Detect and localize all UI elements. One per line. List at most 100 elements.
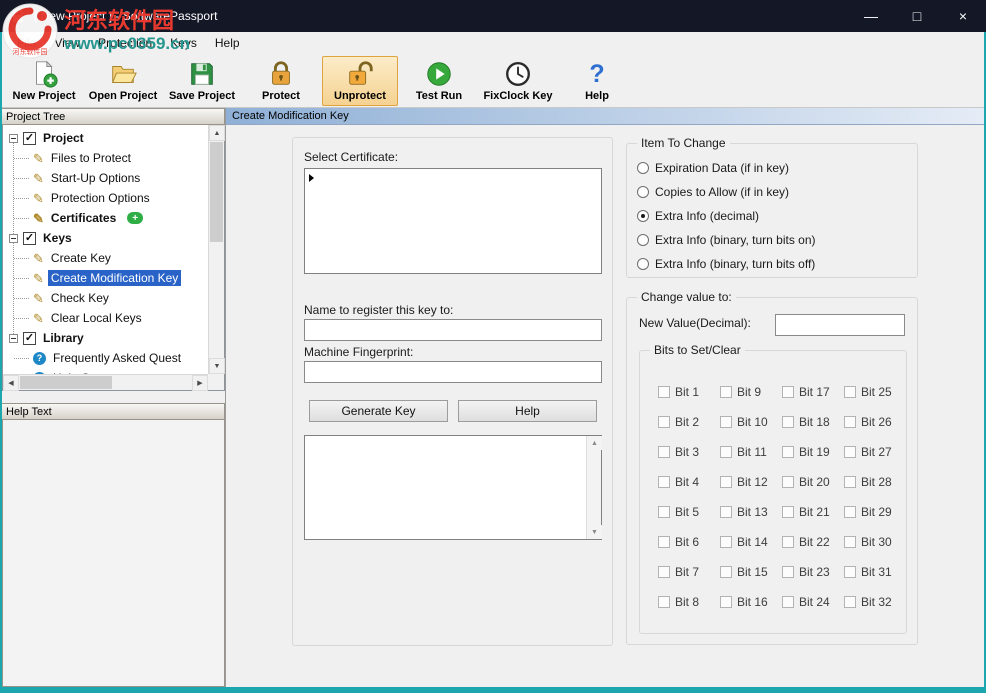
bit-checkbox-row[interactable]: Bit 12 — [720, 467, 782, 497]
machine-fingerprint-input[interactable] — [304, 361, 602, 383]
menu-item[interactable]: Protection — [89, 34, 161, 52]
panel-splitter[interactable] — [2, 391, 225, 403]
bit-checkbox-row[interactable]: Bit 3 — [658, 437, 720, 467]
checkbox-icon — [720, 596, 732, 608]
tree-item-label: Library — [40, 330, 87, 346]
tree-item[interactable]: ✓ ✎ ? Library — [3, 328, 208, 348]
bit-checkbox-row[interactable]: Bit 2 — [658, 407, 720, 437]
bit-checkbox-row[interactable]: Bit 5 — [658, 497, 720, 527]
checkbox-icon — [844, 536, 856, 548]
tree-item[interactable]: ✓ ✎ ? Protection Options — [3, 188, 208, 208]
menu-item[interactable]: Keys — [161, 34, 206, 52]
bit-checkbox-row[interactable]: Bit 1 — [658, 377, 720, 407]
tree-item[interactable]: ✓ ✎ ? Check Key — [3, 288, 208, 308]
help-text-panel — [2, 420, 225, 687]
bit-checkbox-row[interactable]: Bit 13 — [720, 497, 782, 527]
save-project-icon — [187, 59, 217, 89]
unprotect-button[interactable]: Unprotect — [322, 56, 398, 106]
scrollbar-thumb[interactable] — [210, 142, 223, 242]
save-project-button[interactable]: Save Project — [164, 56, 240, 106]
tree-item[interactable]: ✓ ✎ ? Keys — [3, 228, 208, 248]
tree-item[interactable]: ✓ ✎ ? Project — [3, 128, 208, 148]
bit-checkbox-row[interactable]: Bit 6 — [658, 527, 720, 557]
bit-checkbox-row[interactable]: Bit 31 — [844, 557, 906, 587]
bit-checkbox-row[interactable]: Bit 4 — [658, 467, 720, 497]
tree-vertical-scrollbar[interactable]: ▲ ▼ — [208, 125, 224, 374]
generate-key-button[interactable]: Generate Key — [309, 400, 448, 422]
collapse-icon[interactable] — [9, 334, 18, 343]
bit-checkbox-row[interactable]: Bit 9 — [720, 377, 782, 407]
radio-icon — [637, 210, 649, 222]
scroll-right-icon[interactable]: ▶ — [192, 375, 208, 391]
certificate-listbox[interactable] — [304, 168, 602, 274]
scrollbar-thumb[interactable] — [20, 376, 112, 389]
tree-item[interactable]: ✓ ✎ ? Create Modification Key — [3, 268, 208, 288]
menu-item[interactable]: File — [8, 34, 45, 52]
test-run-button[interactable]: Test Run — [401, 56, 477, 106]
key-output-area[interactable]: ▲ ▼ — [304, 435, 602, 540]
collapse-icon[interactable] — [9, 234, 18, 243]
bit-checkbox-row[interactable]: Bit 29 — [844, 497, 906, 527]
bit-checkbox-row[interactable]: Bit 19 — [782, 437, 844, 467]
bit-checkbox-row[interactable]: Bit 22 — [782, 527, 844, 557]
radio-option[interactable]: Extra Info (binary, turn bits on) — [627, 228, 917, 252]
bit-checkbox-row[interactable]: Bit 11 — [720, 437, 782, 467]
new-value-input[interactable] — [775, 314, 905, 336]
radio-option[interactable]: Copies to Allow (if in key) — [627, 180, 917, 204]
menu-item[interactable]: View — [45, 34, 89, 52]
tree-item[interactable]: ✓ ✎ ? Certificates + — [3, 208, 208, 228]
open-project-button[interactable]: Open Project — [85, 56, 161, 106]
bit-checkbox-row[interactable]: Bit 14 — [720, 527, 782, 557]
scroll-down-icon[interactable]: ▼ — [587, 525, 602, 539]
bit-checkbox-row[interactable]: Bit 21 — [782, 497, 844, 527]
bit-checkbox-row[interactable]: Bit 20 — [782, 467, 844, 497]
radio-option[interactable]: Extra Info (binary, turn bits off) — [627, 252, 917, 276]
textarea-scrollbar[interactable]: ▲ ▼ — [586, 436, 601, 539]
tree-item[interactable]: ✓ ✎ ? Create Key — [3, 248, 208, 268]
radio-icon — [637, 186, 649, 198]
bit-checkbox-row[interactable]: Bit 17 — [782, 377, 844, 407]
bit-checkbox-row[interactable]: Bit 15 — [720, 557, 782, 587]
tree-item[interactable]: ✓ ✎ ? Start-Up Options — [3, 168, 208, 188]
scroll-up-icon[interactable]: ▲ — [587, 436, 602, 450]
radio-label: Copies to Allow (if in key) — [655, 185, 789, 199]
close-button[interactable]: × — [940, 0, 986, 32]
bit-checkbox-row[interactable]: Bit 32 — [844, 587, 906, 617]
radio-option[interactable]: Expiration Data (if in key) — [627, 156, 917, 180]
bit-checkbox-row[interactable]: Bit 26 — [844, 407, 906, 437]
scroll-down-icon[interactable]: ▼ — [209, 358, 225, 374]
scroll-left-icon[interactable]: ◀ — [3, 375, 19, 391]
tree-item[interactable]: ✓ ✎ ? Frequently Asked Quest — [3, 348, 208, 368]
tree-item[interactable]: ✓ ✎ ? Clear Local Keys — [3, 308, 208, 328]
new-project-button[interactable]: New Project — [6, 56, 82, 106]
bit-checkbox-row[interactable]: Bit 30 — [844, 527, 906, 557]
bit-checkbox-row[interactable]: Bit 18 — [782, 407, 844, 437]
menu-bar: File View Protection Keys Help — [2, 32, 984, 54]
help-toolbar-button[interactable]: ? Help — [559, 56, 635, 106]
fixclock-key-button[interactable]: FixClock Key — [480, 56, 556, 106]
toolbar-button-label: Open Project — [89, 90, 157, 102]
register-name-input[interactable] — [304, 319, 602, 341]
bit-checkbox-row[interactable]: Bit 28 — [844, 467, 906, 497]
bit-checkbox-row[interactable]: Bit 10 — [720, 407, 782, 437]
menu-item[interactable]: Help — [206, 34, 249, 52]
bit-checkbox-row[interactable]: Bit 23 — [782, 557, 844, 587]
scroll-up-icon[interactable]: ▲ — [209, 125, 225, 141]
tree-horizontal-scrollbar[interactable]: ◀ ▶ — [3, 374, 208, 390]
protect-button[interactable]: Protect — [243, 56, 319, 106]
window-title: [ New Project ] - SoftwarePassport — [34, 9, 217, 23]
maximize-button[interactable]: □ — [894, 0, 940, 32]
bit-checkbox-row[interactable]: Bit 16 — [720, 587, 782, 617]
tree-item[interactable]: ✓ ✎ ? Files to Protect — [3, 148, 208, 168]
collapse-icon[interactable] — [9, 134, 18, 143]
bit-checkbox-row[interactable]: Bit 25 — [844, 377, 906, 407]
bit-checkbox-row[interactable]: Bit 8 — [658, 587, 720, 617]
help-button[interactable]: Help — [458, 400, 597, 422]
radio-option[interactable]: Extra Info (decimal) — [627, 204, 917, 228]
bit-checkbox-row[interactable]: Bit 27 — [844, 437, 906, 467]
checkbox-icon — [782, 506, 794, 518]
minimize-button[interactable]: — — [848, 0, 894, 32]
bit-checkbox-row[interactable]: Bit 7 — [658, 557, 720, 587]
bit-checkbox-row[interactable]: Bit 24 — [782, 587, 844, 617]
checkbox-icon — [844, 476, 856, 488]
